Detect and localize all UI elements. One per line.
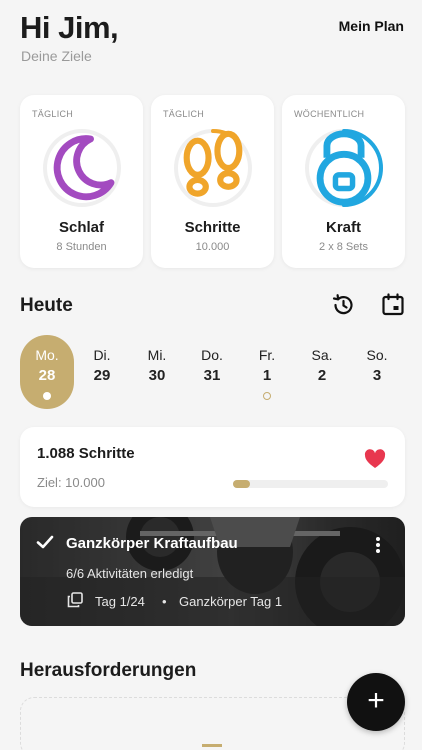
workout-progress-text: 6/6 Aktivitäten erledigt <box>66 566 194 581</box>
day-name: Mo. <box>35 347 59 363</box>
workout-day: Tag 1/24 <box>95 594 145 609</box>
calendar-icon[interactable] <box>380 292 406 318</box>
goal-frequency: WÖCHENTLICH <box>294 109 365 119</box>
kettlebell-icon <box>303 127 385 209</box>
greeting-subtitle: Deine Ziele <box>21 48 92 64</box>
day-name: Mi. <box>147 347 167 363</box>
goal-card-strength[interactable]: WÖCHENTLICH Kraft 2 x 8 Sets <box>282 95 405 268</box>
goal-card-steps[interactable]: TÄGLICH Schritte 10.000 <box>151 95 274 268</box>
goal-frequency: TÄGLICH <box>163 109 205 119</box>
check-icon <box>36 534 54 550</box>
goal-progress-ring <box>172 127 254 209</box>
steps-progress-bar <box>233 480 388 488</box>
day-item[interactable]: Mi. 30 <box>130 335 184 409</box>
more-options-icon[interactable] <box>373 535 383 555</box>
steps-goal: Ziel: 10.000 <box>37 475 105 490</box>
plus-icon: + <box>367 684 385 717</box>
today-title: Heute <box>20 295 73 316</box>
steps-progress-fill <box>233 480 251 488</box>
workout-card[interactable]: Ganzkörper Kraftaufbau 6/6 Aktivitäten e… <box>20 517 405 626</box>
copy-icon <box>67 592 83 608</box>
workout-title: Ganzkörper Kraftaufbau <box>66 535 238 552</box>
workout-plan-day: Ganzkörper Tag 1 <box>179 594 283 609</box>
heart-icon <box>364 449 386 469</box>
day-item[interactable]: Fr. 1 <box>240 335 294 409</box>
day-number: 3 <box>372 367 382 384</box>
greeting-title: Hi Jim, <box>20 10 119 45</box>
day-planned-marker <box>263 392 271 400</box>
goal-progress-ring <box>41 127 123 209</box>
goal-card-sleep[interactable]: TÄGLICH Schlaf 8 Stunden <box>20 95 143 268</box>
goal-detail: 10.000 <box>195 241 230 253</box>
moon-icon <box>41 127 123 209</box>
goal-detail: 2 x 8 Sets <box>319 241 368 253</box>
my-plan-link[interactable]: Mein Plan <box>339 18 404 34</box>
goal-name: Kraft <box>325 219 361 236</box>
history-icon[interactable] <box>330 292 356 318</box>
day-number: 2 <box>317 367 327 384</box>
day-item[interactable]: Di. 29 <box>75 335 129 409</box>
day-number: 29 <box>93 367 111 384</box>
day-name: Fr. <box>258 347 276 363</box>
challenge-indicator <box>202 744 222 747</box>
challenges-title: Herausforderungen <box>20 660 197 681</box>
day-name: Sa. <box>311 347 333 363</box>
footprints-icon <box>172 127 254 209</box>
steps-card[interactable]: 1.088 Schritte Ziel: 10.000 <box>20 427 405 507</box>
day-name: So. <box>366 347 388 363</box>
day-name: Di. <box>93 347 111 363</box>
goal-name: Schritte <box>184 219 241 236</box>
workout-separator: • <box>162 594 167 609</box>
goal-name: Schlaf <box>58 219 104 236</box>
day-item[interactable]: Do. 31 <box>185 335 239 409</box>
day-activity-dot <box>43 392 51 400</box>
goal-frequency: TÄGLICH <box>32 109 74 119</box>
day-name: Do. <box>201 347 223 363</box>
day-number: 28 <box>38 367 56 384</box>
day-number: 31 <box>203 367 221 384</box>
goal-progress-ring <box>303 127 385 209</box>
day-item[interactable]: Sa. 2 <box>295 335 349 409</box>
goal-detail: 8 Stunden <box>56 241 107 253</box>
day-item[interactable]: So. 3 <box>350 335 404 409</box>
day-number: 30 <box>148 367 166 384</box>
add-button[interactable]: + <box>347 673 405 731</box>
day-number: 1 <box>262 367 272 384</box>
day-item[interactable]: Mo. 28 <box>20 335 74 409</box>
steps-count: 1.088 Schritte <box>37 445 135 462</box>
